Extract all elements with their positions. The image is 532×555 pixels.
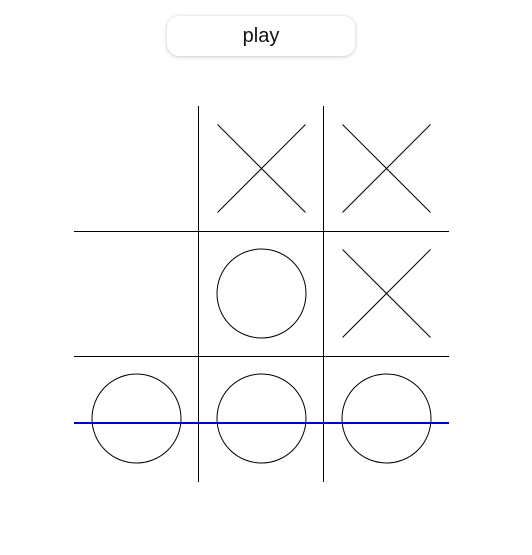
board-cell-r3-c1[interactable]: [74, 356, 199, 481]
board-cell-r2-c2[interactable]: [199, 231, 324, 356]
game-page: play: [0, 0, 532, 555]
board-cell-r3-c2[interactable]: [199, 356, 324, 481]
board-cell-r2-c1[interactable]: [74, 231, 199, 356]
tic-tac-toe-board: [74, 106, 449, 482]
board-cell-r3-c3[interactable]: [324, 356, 449, 481]
board-cell-r1-c1[interactable]: [74, 106, 199, 231]
